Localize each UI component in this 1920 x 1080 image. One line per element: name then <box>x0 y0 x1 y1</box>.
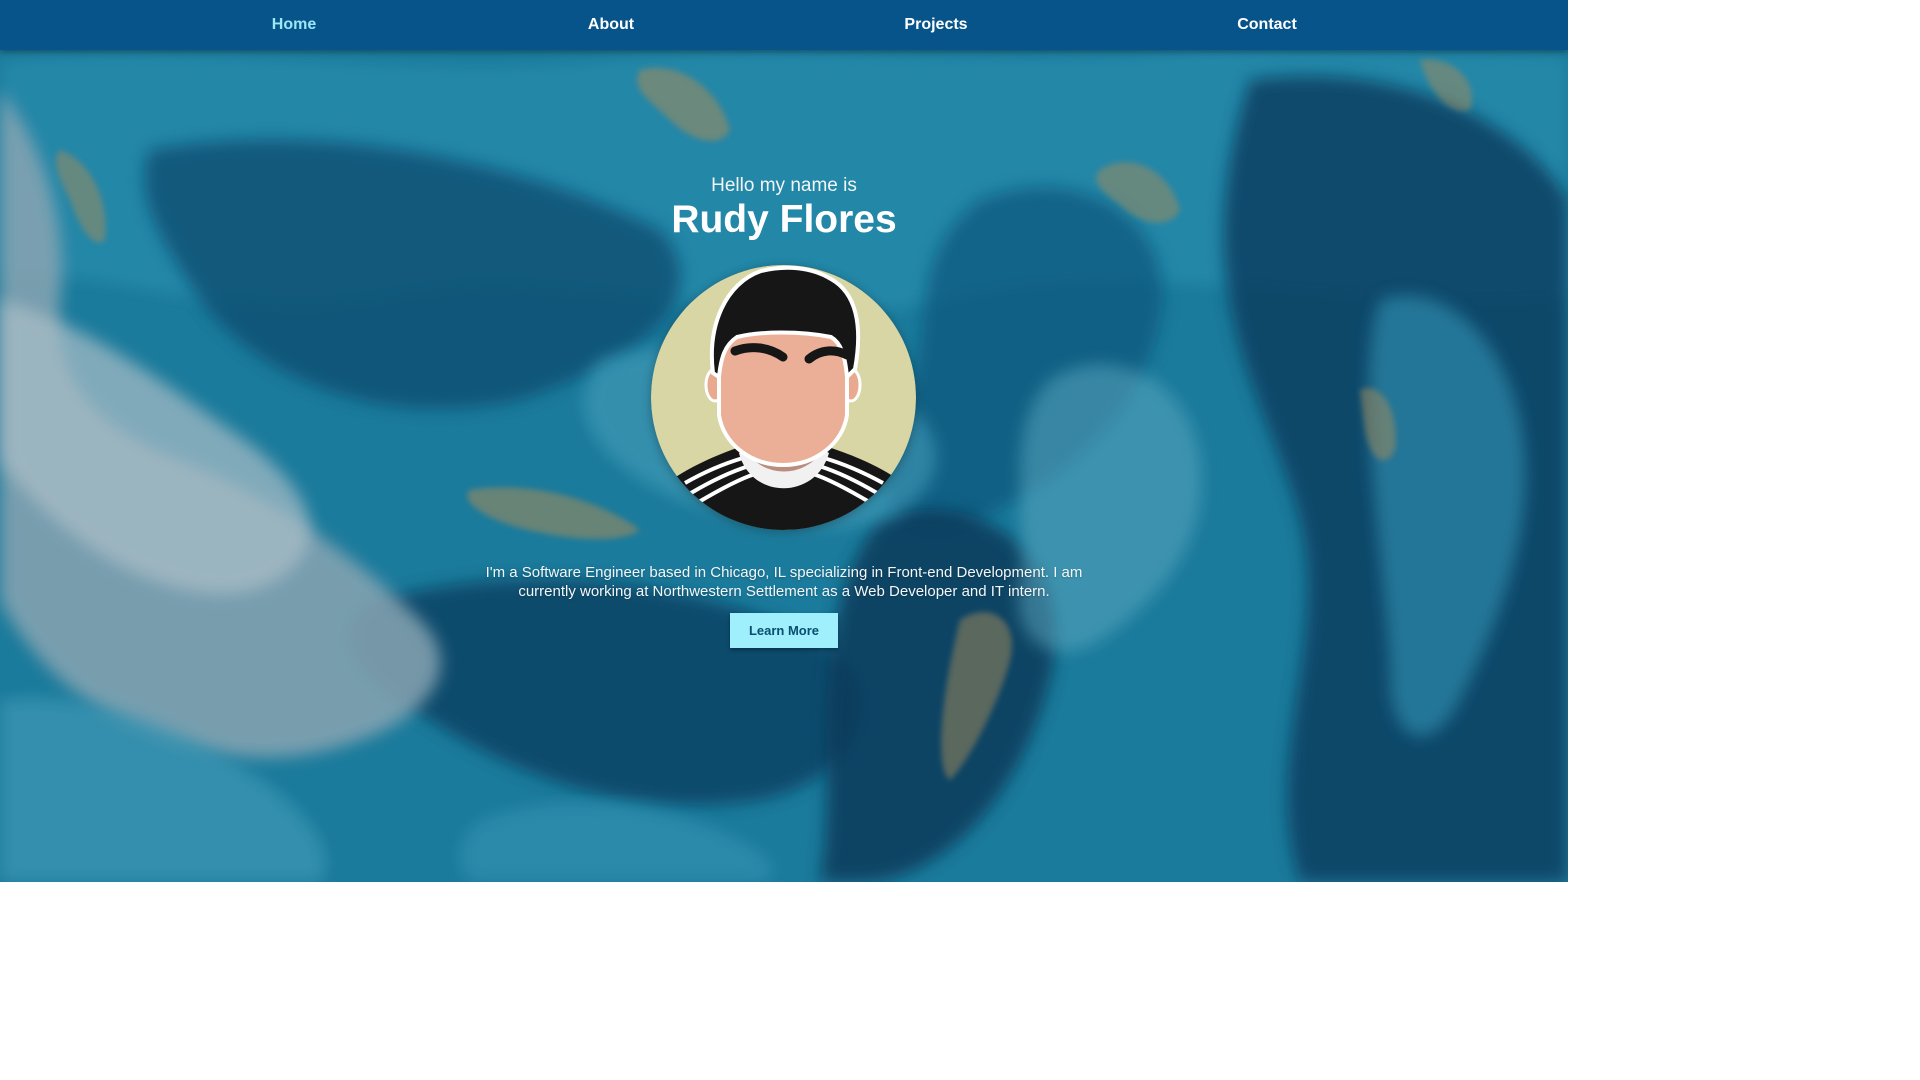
cartoon-portrait-icon <box>651 265 916 530</box>
nav-link-home[interactable]: Home <box>272 0 316 50</box>
nav-link-contact[interactable]: Contact <box>1237 0 1297 50</box>
nav-link-projects[interactable]: Projects <box>904 0 967 50</box>
portfolio-page: Home About Projects Contact Hello my nam… <box>0 0 1568 882</box>
greeting-text: Hello my name is <box>711 175 857 196</box>
learn-more-button[interactable]: Learn More <box>730 613 838 648</box>
avatar <box>651 265 916 530</box>
bio-text: I'm a Software Engineer based in Chicago… <box>485 564 1083 600</box>
person-name: Rudy Flores <box>671 198 897 241</box>
nav-link-about[interactable]: About <box>588 0 634 50</box>
top-navbar: Home About Projects Contact <box>0 0 1568 50</box>
